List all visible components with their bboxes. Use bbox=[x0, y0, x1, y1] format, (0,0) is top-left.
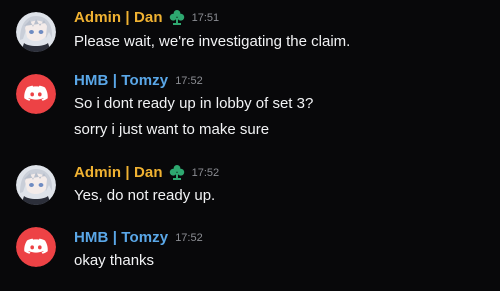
clover-role-icon[interactable] bbox=[169, 9, 185, 31]
discord-default-avatar[interactable] bbox=[16, 227, 56, 267]
username[interactable]: HMB | Tomzy bbox=[74, 229, 168, 246]
username[interactable]: HMB | Tomzy bbox=[74, 72, 168, 89]
anime-avatar[interactable] bbox=[16, 12, 56, 52]
message-text: Please wait, we're investigating the cla… bbox=[74, 33, 351, 50]
message-header: HMB | Tomzy 17:52 bbox=[74, 71, 203, 91]
timestamp: 17:52 bbox=[191, 167, 220, 179]
message-header: Admin | Dan 17:51 bbox=[74, 8, 219, 28]
message-text: sorry i just want to make sure bbox=[74, 121, 270, 138]
username[interactable]: Admin | Dan bbox=[74, 9, 163, 26]
timestamp: 17:52 bbox=[175, 232, 203, 244]
message-text: Yes, do not ready up. bbox=[74, 187, 216, 204]
discord-default-avatar[interactable] bbox=[16, 74, 56, 114]
anime-avatar[interactable] bbox=[16, 165, 56, 205]
chat-log: Admin | Dan 17:51 Please wait, we're inve… bbox=[0, 0, 500, 291]
timestamp: 17:52 bbox=[175, 75, 203, 87]
timestamp: 17:51 bbox=[191, 12, 220, 24]
clover-role-icon[interactable] bbox=[169, 164, 185, 186]
message-header: Admin | Dan 17:52 bbox=[74, 163, 219, 183]
message-header: HMB | Tomzy 17:52 bbox=[74, 228, 203, 248]
message-text: okay thanks bbox=[74, 252, 155, 269]
message-text: So i dont ready up in lobby of set 3? bbox=[74, 95, 314, 112]
username[interactable]: Admin | Dan bbox=[74, 164, 163, 181]
